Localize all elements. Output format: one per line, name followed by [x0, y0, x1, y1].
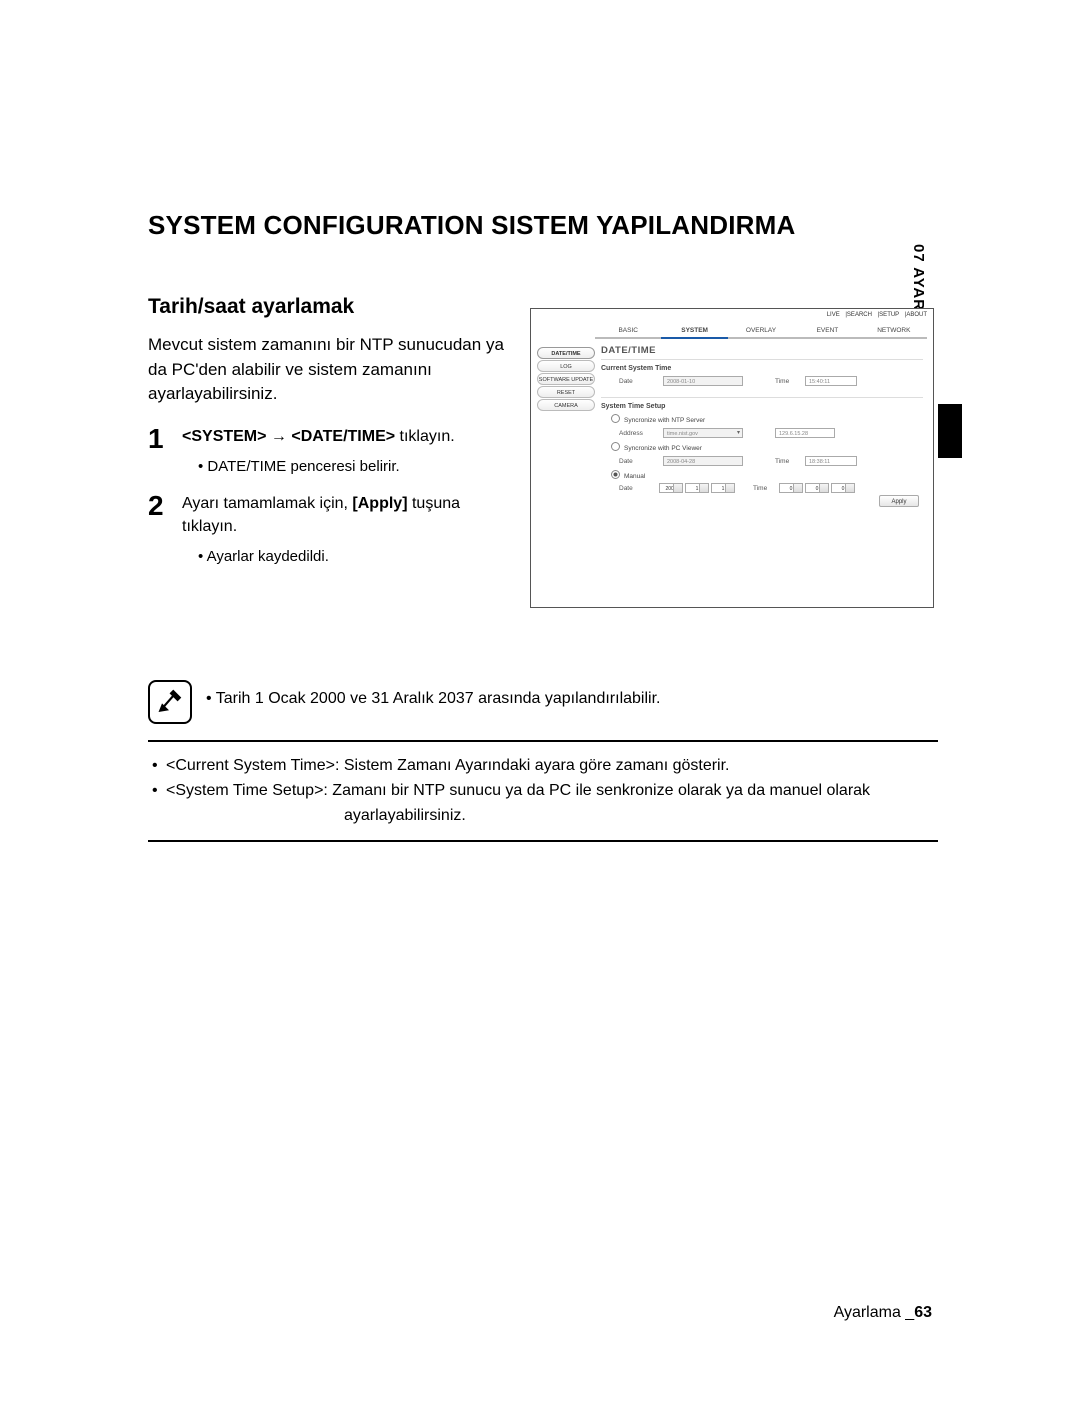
tab-network[interactable]: NETWORK: [861, 323, 927, 339]
step1-system: <SYSTEM>: [182, 428, 266, 445]
step-1: 1 <SYSTEM> → <DATE/TIME> tıklayın. DATE/…: [148, 425, 508, 478]
note-text: Tarih 1 Ocak 2000 ve 31 Aralık 2037 aras…: [206, 680, 660, 708]
section-title: SYSTEM CONFIGURATION SISTEM YAPILANDIRMA: [148, 210, 948, 241]
side-camera[interactable]: CAMERA: [537, 399, 595, 411]
m-date-m[interactable]: 1: [685, 483, 709, 493]
topbar-about[interactable]: |ABOUT: [905, 312, 927, 318]
step1-arrow: →: [266, 428, 291, 445]
pc-time-label: Time: [775, 458, 799, 465]
tab-overlay[interactable]: OVERLAY: [728, 323, 794, 339]
addr-ip: 129.6.15.28: [775, 428, 835, 438]
note-icon: [148, 680, 192, 724]
side-log[interactable]: LOG: [537, 360, 595, 372]
step-2: 2 Ayarı tamamlamak için, [Apply] tuşuna …: [148, 492, 508, 568]
step2-apply: [Apply]: [352, 495, 407, 512]
panel-heading: DATE/TIME: [601, 345, 656, 356]
radio-ntp[interactable]: Syncronize with NTP Server: [611, 414, 923, 424]
radio-pc[interactable]: Syncronize with PC Viewer: [611, 442, 923, 452]
page-number: 63: [914, 1304, 932, 1321]
side-reset[interactable]: RESET: [537, 386, 595, 398]
step1-tail: tıklayın.: [395, 428, 455, 445]
cur-time-label: Time: [775, 378, 799, 385]
step1-bullet: DATE/TIME penceresi belirir.: [198, 456, 455, 478]
step-number: 2: [148, 492, 172, 568]
m-time-h[interactable]: 0: [779, 483, 803, 493]
def-system-time-setup: <System Time Setup>: Zamanı bir NTP sunu…: [166, 779, 934, 804]
addr-label: Address: [619, 430, 657, 437]
definitions-block: •<Current System Time>: Sistem Zamanı Ay…: [148, 740, 938, 842]
pc-time-value: 18:38:11: [805, 456, 857, 466]
radio-manual[interactable]: Manual: [611, 470, 923, 480]
tab-system[interactable]: SYSTEM: [661, 323, 727, 339]
side-black-marker: [938, 404, 962, 458]
m-time-s[interactable]: 0: [831, 483, 855, 493]
tab-event[interactable]: EVENT: [794, 323, 860, 339]
m-date-y[interactable]: 2008: [659, 483, 683, 493]
datetime-screenshot: LIVE |SEARCH |SETUP |ABOUT BASIC SYSTEM …: [530, 308, 934, 608]
def-system-time-setup-cont: ayarlayabilirsiniz.: [152, 804, 934, 829]
footer-label: Ayarlama _: [834, 1304, 915, 1321]
addr-select[interactable]: time.nist.gov: [663, 428, 743, 438]
m-time-m[interactable]: 0: [805, 483, 829, 493]
m-time-label: Time: [753, 485, 777, 492]
cur-time-value: 15:40:11: [805, 376, 857, 386]
pc-date-value: 2008-04-28: [663, 456, 743, 466]
step1-datetime: <DATE/TIME>: [291, 428, 395, 445]
step2-bullet: Ayarlar kaydedildi.: [198, 546, 508, 568]
panel2-title: System Time Setup: [601, 403, 923, 410]
tab-basic[interactable]: BASIC: [595, 323, 661, 339]
apply-button[interactable]: Apply: [879, 495, 919, 507]
step-number: 1: [148, 425, 172, 478]
intro-paragraph: Mevcut sistem zamanını bir NTP sunucudan…: [148, 333, 508, 407]
def-current-system-time: <Current System Time>: Sistem Zamanı Aya…: [166, 754, 934, 779]
side-datetime[interactable]: DATE/TIME: [537, 347, 595, 359]
topbar-setup[interactable]: |SETUP: [878, 312, 899, 318]
topbar-live[interactable]: LIVE: [827, 312, 840, 318]
cur-date-label: Date: [619, 378, 657, 385]
topbar-search[interactable]: |SEARCH: [845, 312, 872, 318]
step2-pre: Ayarı tamamlamak için,: [182, 495, 352, 512]
m-date-label: Date: [619, 485, 657, 492]
m-date-d[interactable]: 1: [711, 483, 735, 493]
shot-topbar: LIVE |SEARCH |SETUP |ABOUT: [817, 309, 933, 321]
pc-date-label: Date: [619, 458, 657, 465]
panel1-title: Current System Time: [601, 365, 923, 372]
cur-date-value: 2008-01-10: [663, 376, 743, 386]
side-software-update[interactable]: SOFTWARE UPDATE: [537, 373, 595, 385]
page-footer: Ayarlama _63: [834, 1304, 932, 1322]
